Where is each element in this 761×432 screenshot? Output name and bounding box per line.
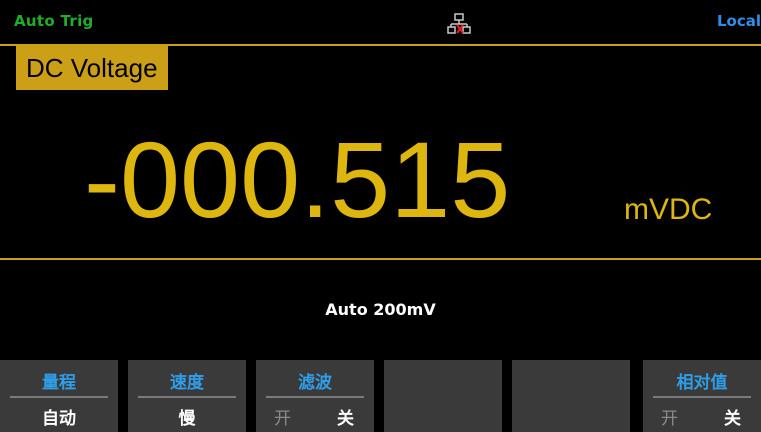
softkey-value: 自动 [42, 409, 76, 429]
middle-divider [0, 258, 761, 260]
remote-status-label: Local [716, 12, 761, 30]
measurement-mode-label: DC Voltage [16, 46, 168, 90]
softkey-relative[interactable]: 相对值 开 关 [643, 360, 761, 432]
softkey-option-on: 开 [661, 409, 678, 429]
softkey-divider [266, 396, 364, 398]
softkey-option-off: 关 [724, 409, 741, 429]
softkey-option-on: 开 [274, 409, 291, 429]
softkey-title: 滤波 [298, 373, 332, 393]
softkey-divider [138, 396, 236, 398]
softkey-bar: 量程 自动 速度 慢 滤波 开 关 相对值 开 关 [0, 360, 761, 432]
trigger-mode-label: Auto Trig [14, 12, 94, 30]
softkey-title: 速度 [170, 373, 204, 393]
softkey-divider [653, 396, 751, 398]
softkey-value: 慢 [178, 409, 196, 429]
softkey-title: 相对值 [676, 373, 728, 393]
softkey-option-off: 关 [337, 409, 354, 429]
reading-unit: mVDC [624, 193, 713, 226]
softkey-blank-5[interactable] [512, 360, 630, 432]
range-info: Auto 200mV [325, 300, 436, 319]
multimeter-screen: Auto Trig Local DC Voltage -000.515 mVDC… [0, 0, 761, 432]
softkey-range[interactable]: 量程 自动 [0, 360, 118, 432]
softkey-speed[interactable]: 速度 慢 [128, 360, 246, 432]
network-disconnected-icon [447, 13, 471, 34]
softkey-filter[interactable]: 滤波 开 关 [256, 360, 374, 432]
softkey-divider [10, 396, 108, 398]
softkey-blank-4[interactable] [384, 360, 502, 432]
main-reading: -000.515 [84, 119, 511, 240]
softkey-title: 量程 [42, 373, 76, 393]
status-bar: Auto Trig Local [0, 0, 761, 44]
